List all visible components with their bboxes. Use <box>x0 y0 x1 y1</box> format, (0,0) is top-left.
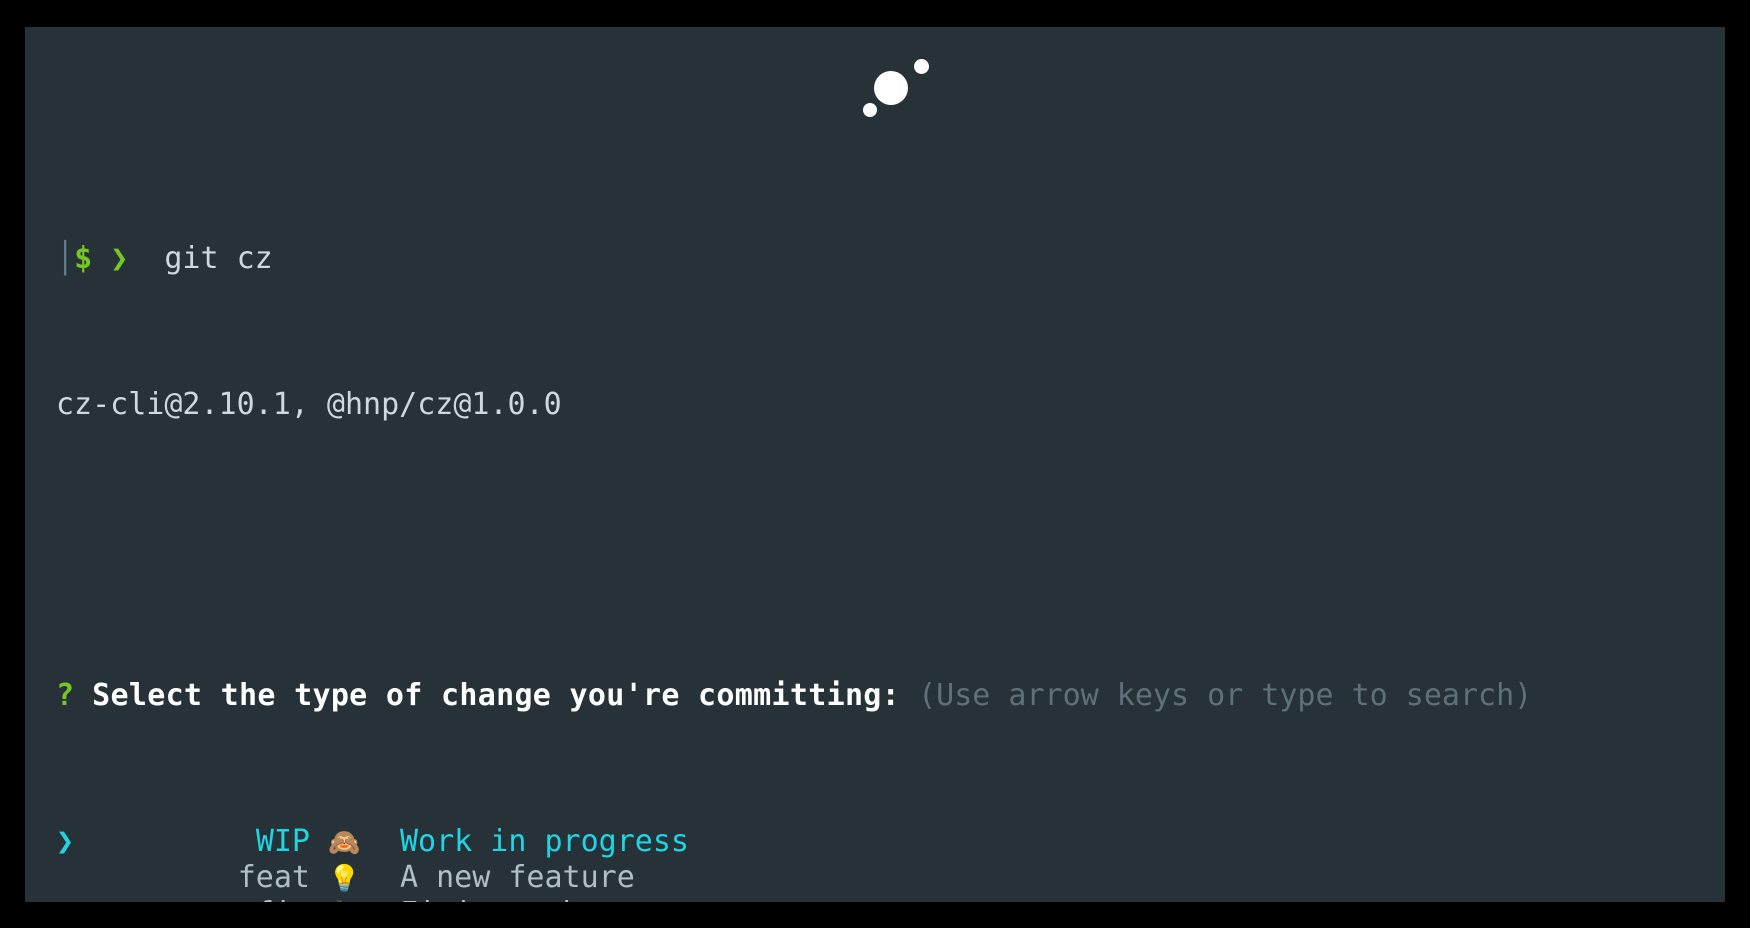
selection-pointer-placeholder: ❯ <box>56 896 92 902</box>
choice-type-label: WIP <box>255 823 310 859</box>
bug-icon: 🐛 <box>310 897 400 902</box>
choice-row-wip[interactable]: ❯ WIP 🙈 Work in progress <box>56 824 1725 860</box>
choice-description: Work in progress <box>400 823 689 859</box>
question-hint: (Use arrow keys or type to search) <box>918 678 1533 714</box>
choice-list[interactable]: ❯ WIP 🙈 Work in progress ❯ feat 💡 A new feature… <box>56 824 1725 902</box>
logo-main-circle <box>874 71 908 105</box>
version-line: cz-cli@2.10.1, @hnp/cz@1.0.0 <box>56 386 562 422</box>
command-text: git cz <box>164 241 273 277</box>
dollar-sigil-icon: $ <box>74 241 93 277</box>
choice-description: Fixing a bug. <box>400 896 635 902</box>
see-no-evil-monkey-icon: 🙈 <box>328 827 361 858</box>
cursor-bar-icon: │ <box>56 241 75 277</box>
chevron-sigil-icon: ❯ <box>110 241 129 277</box>
selection-pointer-icon: ❯ <box>56 823 75 859</box>
choice-type-label: feat <box>237 860 310 896</box>
selection-pointer-placeholder: ❯ <box>56 860 92 896</box>
choice-description: A new feature <box>400 860 635 896</box>
command-prompt-line: │$ ❯ git cz <box>56 241 1725 277</box>
question-line: ? Select the type of change you're commi… <box>56 678 1725 714</box>
terminal-output: │$ ❯ git cz cz-cli@2.10.1, @hnp/cz@1.0.0… <box>56 132 1725 902</box>
logo-satellite-dot-upper <box>914 59 929 74</box>
light-bulb-icon: 💡 <box>328 864 361 895</box>
commitizen-logo <box>25 55 1725 117</box>
choice-type-label: fix <box>92 896 310 902</box>
choice-row-feat[interactable]: ❯ feat 💡 A new feature <box>56 860 1725 896</box>
logo-satellite-dot-lower <box>863 103 877 117</box>
question-marker-icon: ? <box>56 678 75 714</box>
terminal-window[interactable]: │$ ❯ git cz cz-cli@2.10.1, @hnp/cz@1.0.0… <box>25 27 1725 902</box>
question-text: Select the type of change you're committ… <box>92 678 901 714</box>
choice-row-fix[interactable]: ❯fix🐛Fixing a bug. <box>56 896 1725 902</box>
